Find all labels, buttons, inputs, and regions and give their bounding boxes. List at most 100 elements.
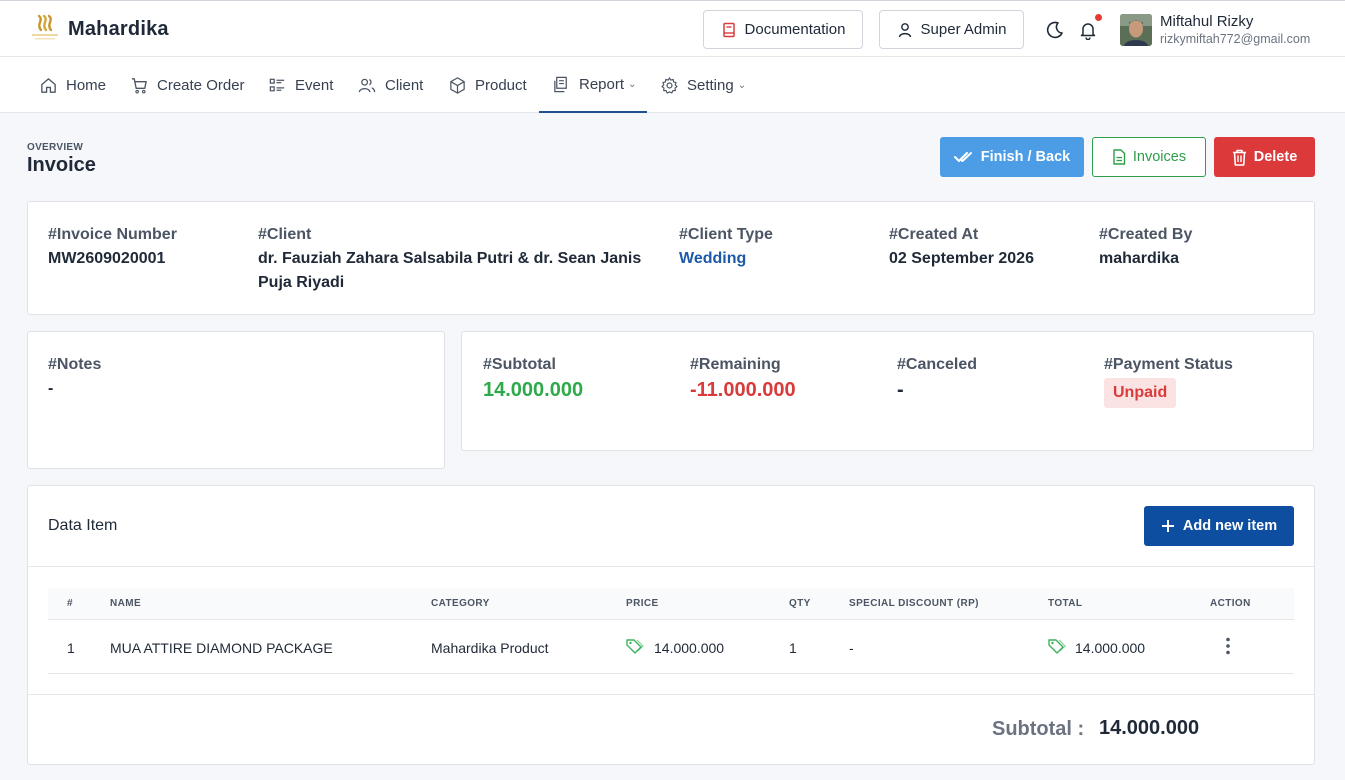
finish-back-button[interactable]: Finish / Back	[940, 137, 1084, 177]
plus-icon	[1161, 520, 1174, 532]
invoice-number-value: MW2609020001	[48, 250, 166, 267]
avatar[interactable]	[1120, 14, 1152, 46]
row-category: Mahardika Product	[431, 640, 549, 656]
subtotal-label: #Subtotal	[483, 356, 556, 373]
nav-item-event[interactable]: Event	[268, 57, 333, 113]
col-header-qty: QTY	[789, 598, 811, 609]
remaining-value: -11.000.000	[690, 379, 796, 401]
row-divider	[48, 673, 1294, 674]
col-header-action: ACTION	[1210, 598, 1251, 609]
canceled-value: -	[897, 379, 904, 401]
canceled-label: #Canceled	[897, 356, 978, 373]
nav-label-product: Product	[475, 76, 527, 94]
nav-item-setting[interactable]: Setting ⌄	[660, 57, 746, 113]
invoice-number-label: #Invoice Number	[48, 226, 177, 243]
payment-status-label: #Payment Status	[1104, 356, 1233, 373]
nav-item-home[interactable]: Home	[39, 57, 106, 113]
nav-label-client: Client	[385, 76, 424, 94]
book-icon	[722, 22, 735, 37]
nav-item-client[interactable]: Client	[357, 57, 423, 113]
row-name: MUA ATTIRE DIAMOND PACKAGE	[110, 640, 333, 656]
client-type-value: Wedding	[679, 250, 747, 267]
role-button[interactable]: Super Admin	[879, 10, 1024, 49]
file-icon	[1113, 149, 1126, 165]
subtotal-value: 14.000.000	[483, 379, 584, 401]
brand[interactable]: Mahardika	[28, 12, 169, 46]
brand-name: Mahardika	[68, 17, 169, 40]
notes-value: -	[48, 380, 54, 397]
page-title: Invoice	[27, 154, 96, 176]
list-icon	[269, 78, 285, 91]
nav-item-report[interactable]: Report ⌄	[539, 57, 647, 113]
payment-status-badge: Unpaid	[1104, 378, 1177, 408]
nav-label-create-order: Create Order	[157, 76, 245, 94]
footer-subtotal-label: Subtotal :	[992, 718, 1085, 740]
row-price: 14.000.000	[654, 640, 725, 656]
documentation-button[interactable]: Documentation	[703, 10, 863, 49]
row-total: 14.000.000	[1075, 640, 1146, 656]
role-label: Super Admin	[920, 21, 1007, 38]
nav-item-create-order[interactable]: Create Order	[130, 57, 245, 113]
add-new-item-button[interactable]: Add new item	[1144, 506, 1294, 546]
users-icon	[358, 78, 376, 92]
notes-card: #Notes -	[27, 331, 445, 469]
created-by-label: #Created By	[1099, 226, 1193, 243]
footer-subtotal-value: 14.000.000	[1099, 717, 1200, 739]
finish-back-label: Finish / Back	[980, 149, 1071, 165]
nav-label-setting: Setting	[687, 76, 734, 94]
delete-label: Delete	[1253, 149, 1298, 165]
client-value-line1: dr. Fauziah Zahara Salsabila Putri & dr.…	[258, 250, 642, 267]
top-bar: Mahardika Documentation Super Admin Mift…	[0, 0, 1345, 57]
user-email: rizkymiftah772@gmail.com	[1160, 32, 1311, 46]
user-name: Miftahul Rizky	[1160, 13, 1254, 30]
box-icon	[450, 76, 465, 94]
row-qty: 1	[789, 640, 797, 656]
col-header-total: TOTAL	[1048, 598, 1083, 609]
chevron-down-icon: ⌄	[628, 78, 637, 90]
created-at-label: #Created At	[889, 226, 979, 243]
card-divider	[28, 566, 1314, 567]
client-value-line2: Puja Riyadi	[258, 274, 345, 291]
payment-summary-card: #Subtotal 14.000.000 #Remaining -11.000.…	[461, 331, 1314, 451]
cart-icon	[131, 77, 147, 93]
gear-icon	[661, 76, 678, 93]
data-item-title: Data Item	[48, 517, 118, 534]
client-type-label: #Client Type	[679, 226, 773, 243]
nav-label-report: Report	[579, 75, 625, 93]
created-at-value: 02 September 2026	[889, 250, 1034, 267]
overview-label: OVERVIEW	[27, 142, 84, 153]
row-number: 1	[67, 640, 75, 656]
invoices-button[interactable]: Invoices	[1092, 137, 1206, 177]
delete-button[interactable]: Delete	[1214, 137, 1315, 177]
remaining-label: #Remaining	[690, 356, 781, 373]
home-icon	[41, 77, 56, 93]
invoice-info-card: #Invoice Number MW2609020001 #Client dr.…	[27, 201, 1315, 315]
price-tag-icon	[626, 639, 644, 654]
more-vertical-icon[interactable]	[1224, 637, 1232, 655]
table-header: # NAME CATEGORY PRICE QTY SPECIAL DISCOU…	[48, 588, 1294, 620]
col-header-name: NAME	[110, 598, 142, 609]
total-tag-icon	[1048, 639, 1066, 654]
col-header-category: CATEGORY	[431, 598, 490, 609]
user-icon	[898, 22, 911, 37]
trash-icon	[1232, 149, 1246, 166]
report-icon	[554, 76, 567, 92]
notes-label: #Notes	[48, 356, 102, 373]
footer-divider	[28, 694, 1314, 695]
add-new-item-label: Add new item	[1182, 518, 1278, 534]
invoices-label: Invoices	[1132, 149, 1187, 165]
dark-mode-icon[interactable]	[1045, 20, 1065, 40]
client-label: #Client	[258, 226, 312, 243]
col-header-discount: SPECIAL DISCOUNT (RP)	[849, 598, 979, 609]
nav-label-home: Home	[66, 76, 107, 94]
main-nav: Home Create Order Event Client Product R…	[0, 57, 1345, 113]
row-discount: -	[849, 640, 854, 656]
brand-logo-icon	[32, 14, 58, 40]
double-check-icon	[953, 152, 972, 162]
nav-item-product[interactable]: Product	[448, 57, 527, 113]
documentation-label: Documentation	[744, 21, 846, 38]
bell-icon[interactable]	[1078, 20, 1098, 40]
notification-dot	[1095, 14, 1102, 21]
chevron-down-icon: ⌄	[737, 79, 747, 91]
col-header-number: #	[67, 598, 73, 609]
